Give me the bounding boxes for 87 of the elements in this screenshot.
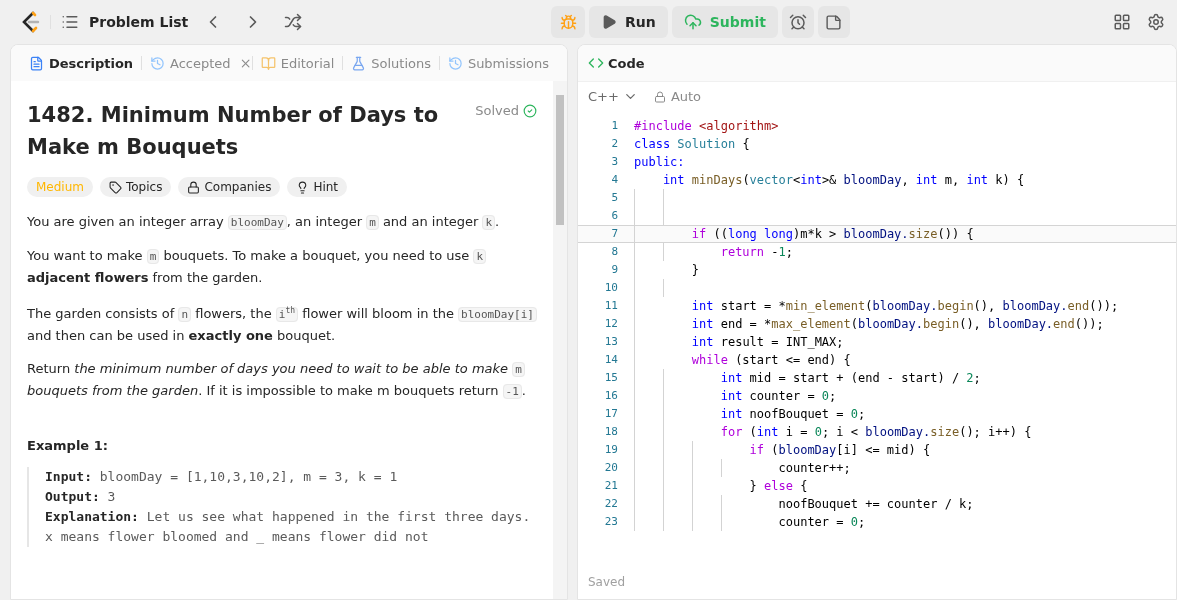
- code-line: return -1;: [719, 244, 793, 261]
- tab[interactable]: Description: [21, 49, 142, 77]
- play-icon: [601, 14, 617, 30]
- layout-icon[interactable]: [1113, 13, 1131, 31]
- line-number: 3: [610, 154, 618, 170]
- line-number: 18: [603, 424, 618, 440]
- example-line: Explanation: Let us see what happened in the first three days. x means flower bloomed and _ means flower did not: [45, 507, 532, 546]
- code-line: public:: [634, 154, 685, 171]
- saved-status: Saved: [587, 574, 627, 591]
- logo-icon[interactable]: [20, 11, 40, 33]
- line-number: 2: [610, 136, 618, 152]
- line-number: 8: [610, 244, 618, 260]
- line-number: 23: [603, 514, 618, 530]
- problem-title: 1482. Minimum Number of Days to Make m Bouquets: [27, 102, 440, 161]
- history-icon: [150, 55, 165, 71]
- line-number: 10: [603, 280, 618, 296]
- code-line: }: [690, 262, 700, 279]
- cloud-upload-icon: [683, 13, 702, 31]
- note-icon: [825, 13, 843, 31]
- lock-icon: [187, 180, 201, 194]
- code-line: int start = *min_element(bloomDay.begin(), bloomDay.end());: [690, 298, 1119, 315]
- line-number: 21: [603, 478, 618, 494]
- shuffle-icon: [284, 13, 303, 31]
- run-button[interactable]: Run: [589, 6, 668, 38]
- code-line: counter++;: [777, 460, 851, 477]
- line-number: 4: [610, 172, 618, 188]
- code-line: if (bloomDay[i] <= mid) {: [748, 442, 931, 459]
- line-number: 12: [603, 316, 618, 332]
- bug-icon: [559, 13, 577, 31]
- example-title: Example 1:: [27, 437, 109, 453]
- line-number: 7: [610, 226, 618, 242]
- code-line: int mid = start + (end - start) / 2;: [719, 370, 981, 387]
- tag-button[interactable]: Companies: [178, 177, 281, 197]
- code-icon: [588, 55, 604, 71]
- problem-list-link[interactable]: Problem List: [89, 14, 189, 30]
- line-number: 9: [610, 262, 618, 278]
- line-number: 16: [603, 388, 618, 404]
- code-line: int minDays(vector<int>& bloomDay, int m, int k) {: [661, 172, 1025, 189]
- note-button[interactable]: [817, 6, 850, 38]
- timer-button[interactable]: [781, 6, 814, 38]
- code-line: counter = 0;: [777, 514, 866, 531]
- tag-button[interactable]: Hint: [287, 177, 348, 197]
- description-paragraph: You want to make m bouquets. To make a bouquet, you need to use k adjacent flowers from the garden.: [27, 245, 537, 288]
- mode-label: Auto: [670, 89, 702, 104]
- code-panel-title: Code: [608, 55, 645, 71]
- code-line: #include <algorithm>: [634, 118, 779, 135]
- code-line: int result = INT_MAX;: [690, 334, 844, 351]
- book-icon: [260, 55, 276, 71]
- alarm-clock-icon: [788, 13, 807, 31]
- line-number: 5: [610, 190, 618, 206]
- language-dropdown[interactable]: C++: [588, 89, 638, 104]
- line-number: 14: [603, 352, 618, 368]
- lock-icon: [653, 90, 666, 103]
- code-line: } else {: [748, 478, 808, 495]
- example-line: Input: bloomDay = [1,10,3,10,2], m = 3, k = 1: [45, 467, 399, 486]
- list-icon[interactable]: [61, 13, 79, 31]
- flask-icon: [351, 55, 367, 71]
- description-paragraph: Return the minimum number of days you need to wait to be able to make m bouquets from the garden. If it is impossible to make m bouquets return -1 .: [27, 359, 527, 401]
- settings-icon[interactable]: [1147, 13, 1165, 31]
- code-line: for (int i = 0; i < bloomDay.size(); i++) {: [719, 424, 1032, 441]
- check-circle-icon: [523, 103, 537, 118]
- code-line: int end = *max_element(bloomDay.begin(), bloomDay.end());: [690, 316, 1104, 333]
- line-number: 17: [603, 406, 618, 422]
- difficulty-tag: Medium: [27, 177, 93, 197]
- code-line: int counter = 0;: [719, 388, 837, 405]
- code-line: int noofBouquet = 0;: [719, 406, 866, 423]
- tag-button[interactable]: Topics: [100, 177, 172, 197]
- history-icon: [447, 55, 463, 71]
- description-paragraph: The garden consists of n flowers, the i$^{th}$ flower will bloom in the bloomDay[i] and then can be used in exactly one bouquet.: [27, 300, 537, 346]
- tag-icon: [109, 180, 122, 194]
- line-number: 1: [610, 118, 618, 134]
- line-number: 15: [603, 370, 618, 386]
- line-number: 19: [603, 442, 618, 458]
- example-line: Output: 3: [45, 487, 117, 506]
- code-line: if ((long long)m*k > bloomDay.size()) {: [690, 226, 974, 243]
- line-number: 13: [603, 334, 618, 350]
- description-paragraph: You are given an integer array bloomDay , an integer m and an integer k .: [27, 213, 501, 232]
- document-icon: [29, 55, 44, 71]
- code-line: class Solution {: [634, 136, 750, 153]
- solved-status: Solved: [475, 103, 537, 118]
- code-line: noofBouquet += counter / k;: [777, 496, 974, 513]
- line-number: 22: [603, 496, 618, 512]
- scrollbar-thumb[interactable]: [556, 95, 564, 225]
- line-number: 11: [603, 298, 618, 314]
- line-number: 20: [603, 460, 618, 476]
- line-number: 6: [610, 208, 618, 224]
- code-line: while (start <= end) {: [690, 352, 851, 369]
